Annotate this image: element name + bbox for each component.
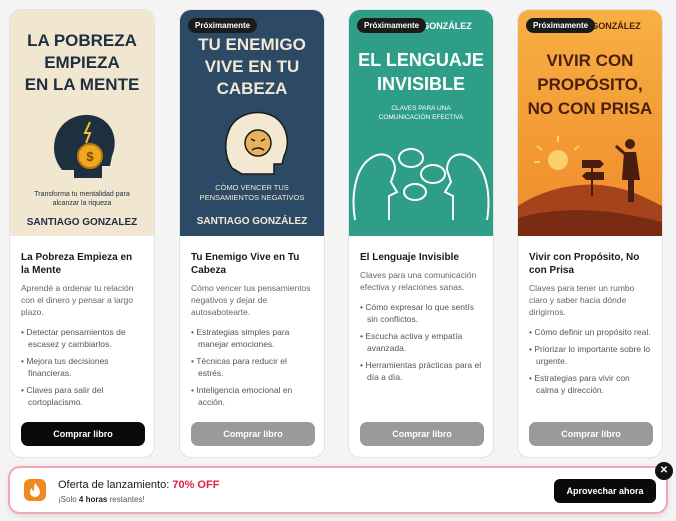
book-info: El Lenguaje Invisible Claves para una co… <box>349 236 493 388</box>
cover-title-line: VIVE EN TU <box>205 57 299 76</box>
feature-list: Detectar pensamientos de escasez y cambi… <box>21 326 143 408</box>
feature-item: Cómo expresar lo que sentís sin conflict… <box>360 301 482 325</box>
countdown-prefix: ¡Solo <box>58 495 77 504</box>
discount-value: 70% OFF <box>172 479 220 491</box>
book-cover[interactable]: GONZÁLEZ VIVIR CON PROPÓSITO, NO CON PRI… <box>518 10 662 236</box>
close-icon[interactable]: ✕ <box>655 462 673 480</box>
feature-item: Priorizar lo importante sobre lo urgente… <box>529 343 651 367</box>
book-description: Aprendé a ordenar tu relación con el din… <box>21 283 134 317</box>
feature-item: Técnicas para reducir el estrés. <box>191 355 313 379</box>
coming-soon-badge: Próximamente <box>357 18 427 33</box>
feature-item: Inteligencia emocional en acción. <box>191 384 313 408</box>
countdown-time: 4 horas <box>78 495 108 504</box>
book-cover-art: TU ENEMIGO VIVE EN TU CABEZA CÓMO VENCER… <box>180 10 324 236</box>
cover-title-line: EMPIEZA <box>44 53 120 72</box>
cover-author: GONZÁLEZ <box>591 21 641 31</box>
book-card: GONZÁLEZ EL LENGUAJE INVISIBLE CLAVES PA… <box>348 9 494 458</box>
feature-list: Estrategias simples para manejar emocion… <box>191 326 313 408</box>
countdown-suffix: restantes! <box>109 495 145 504</box>
feature-item: Claves para salir del cortoplacismo. <box>21 384 143 408</box>
book-cover[interactable]: GONZÁLEZ EL LENGUAJE INVISIBLE CLAVES PA… <box>349 10 493 236</box>
svg-text:$: $ <box>86 149 94 164</box>
offer-countdown: ¡Solo 4 horas restantes! <box>58 495 145 504</box>
offer-title-text: Oferta de lanzamiento: <box>58 479 170 491</box>
feature-item: Estrategias para vivir con calma y direc… <box>529 372 651 396</box>
book-title[interactable]: Vivir con Propósito, No con Prisa <box>529 251 651 277</box>
book-card: TU ENEMIGO VIVE EN TU CABEZA CÓMO VENCER… <box>179 9 325 458</box>
cover-subtitle-line: COMUNICACIÓN EFECTIVA <box>379 112 464 121</box>
cover-title-line: INVISIBLE <box>377 74 465 94</box>
book-cover[interactable]: LA POBREZA EMPIEZA EN LA MENTE $ Transfo… <box>10 10 154 236</box>
book-title[interactable]: El Lenguaje Invisible <box>360 251 482 264</box>
cover-title-line: TU ENEMIGO <box>198 35 306 54</box>
cover-author: GONZÁLEZ <box>422 21 472 31</box>
cover-title-line: VIVIR CON <box>547 51 634 70</box>
coming-soon-badge: Próximamente <box>526 18 596 33</box>
offer-title: Oferta de lanzamiento: 70% OFF <box>58 479 219 491</box>
cover-title-line: EL LENGUAJE <box>358 50 484 70</box>
flame-icon <box>24 479 46 501</box>
launch-offer-banner: Oferta de lanzamiento: 70% OFF ¡Solo 4 h… <box>8 466 668 514</box>
feature-item: Escucha activa y empatía avanzada. <box>360 330 482 354</box>
buy-book-button[interactable]: Comprar libro <box>529 422 653 446</box>
cover-title-line: EN LA MENTE <box>25 75 140 94</box>
feature-item: Cómo definir un propósito real. <box>529 326 651 338</box>
cover-title-line: NO CON PRISA <box>528 99 653 118</box>
feature-item: Herramientas prácticas para el día a día… <box>360 359 482 383</box>
book-cover-art: GONZÁLEZ VIVIR CON PROPÓSITO, NO CON PRI… <box>518 10 662 236</box>
book-description: Claves para una comunicación efectiva y … <box>360 270 477 292</box>
book-description: Cómo vencer tus pensamientos negativos y… <box>191 283 311 317</box>
book-info: La Pobreza Empieza en la Mente Aprendé a… <box>10 236 154 413</box>
cover-title-line: CABEZA <box>217 79 288 98</box>
book-grid: LA POBREZA EMPIEZA EN LA MENTE $ Transfo… <box>0 0 676 460</box>
feature-item: Mejora tus decisiones financieras. <box>21 355 143 379</box>
feature-item: Estrategias simples para manejar emocion… <box>191 326 313 350</box>
cover-title-line: LA POBREZA <box>27 31 137 50</box>
book-cover-art: GONZÁLEZ EL LENGUAJE INVISIBLE CLAVES PA… <box>349 10 493 236</box>
feature-item: Detectar pensamientos de escasez y cambi… <box>21 326 143 350</box>
cover-subtitle-line: CÓMO VENCER TUS <box>215 183 289 192</box>
book-info: Tu Enemigo Vive en Tu Cabeza Cómo vencer… <box>180 236 324 413</box>
book-description: Claves para tener un rumbo claro y saber… <box>529 283 635 317</box>
buy-book-button[interactable]: Comprar libro <box>360 422 484 446</box>
book-title[interactable]: La Pobreza Empieza en la Mente <box>21 251 143 277</box>
book-card: LA POBREZA EMPIEZA EN LA MENTE $ Transfo… <box>9 9 155 458</box>
buy-book-button[interactable]: Comprar libro <box>191 422 315 446</box>
cover-subtitle-line: CLAVES PARA UNA <box>391 105 451 112</box>
book-title[interactable]: Tu Enemigo Vive en Tu Cabeza <box>191 251 313 277</box>
cover-author: SANTIAGO GONZALEZ <box>27 217 138 228</box>
cover-subtitle-line: PENSAMIENTOS NEGATIVOS <box>200 193 305 202</box>
buy-book-button[interactable]: Comprar libro <box>21 422 145 446</box>
cover-subtitle-line: Transforma tu mentalidad para <box>34 191 130 198</box>
book-cover-art: LA POBREZA EMPIEZA EN LA MENTE $ Transfo… <box>10 10 154 236</box>
coming-soon-badge: Próximamente <box>188 18 258 33</box>
book-cover[interactable]: TU ENEMIGO VIVE EN TU CABEZA CÓMO VENCER… <box>180 10 324 236</box>
book-info: Vivir con Propósito, No con Prisa Claves… <box>518 236 662 401</box>
feature-list: Cómo expresar lo que sentís sin conflict… <box>360 301 482 383</box>
cover-title-line: PROPÓSITO, <box>537 75 643 94</box>
claim-offer-button[interactable]: Aprovechar ahora <box>554 479 656 503</box>
cover-author: SANTIAGO GONZÁLEZ <box>197 214 308 227</box>
book-card: GONZÁLEZ VIVIR CON PROPÓSITO, NO CON PRI… <box>517 9 663 458</box>
feature-list: Cómo definir un propósito real. Prioriza… <box>529 326 651 396</box>
cover-subtitle-line: alcanzar la riqueza <box>53 200 112 207</box>
